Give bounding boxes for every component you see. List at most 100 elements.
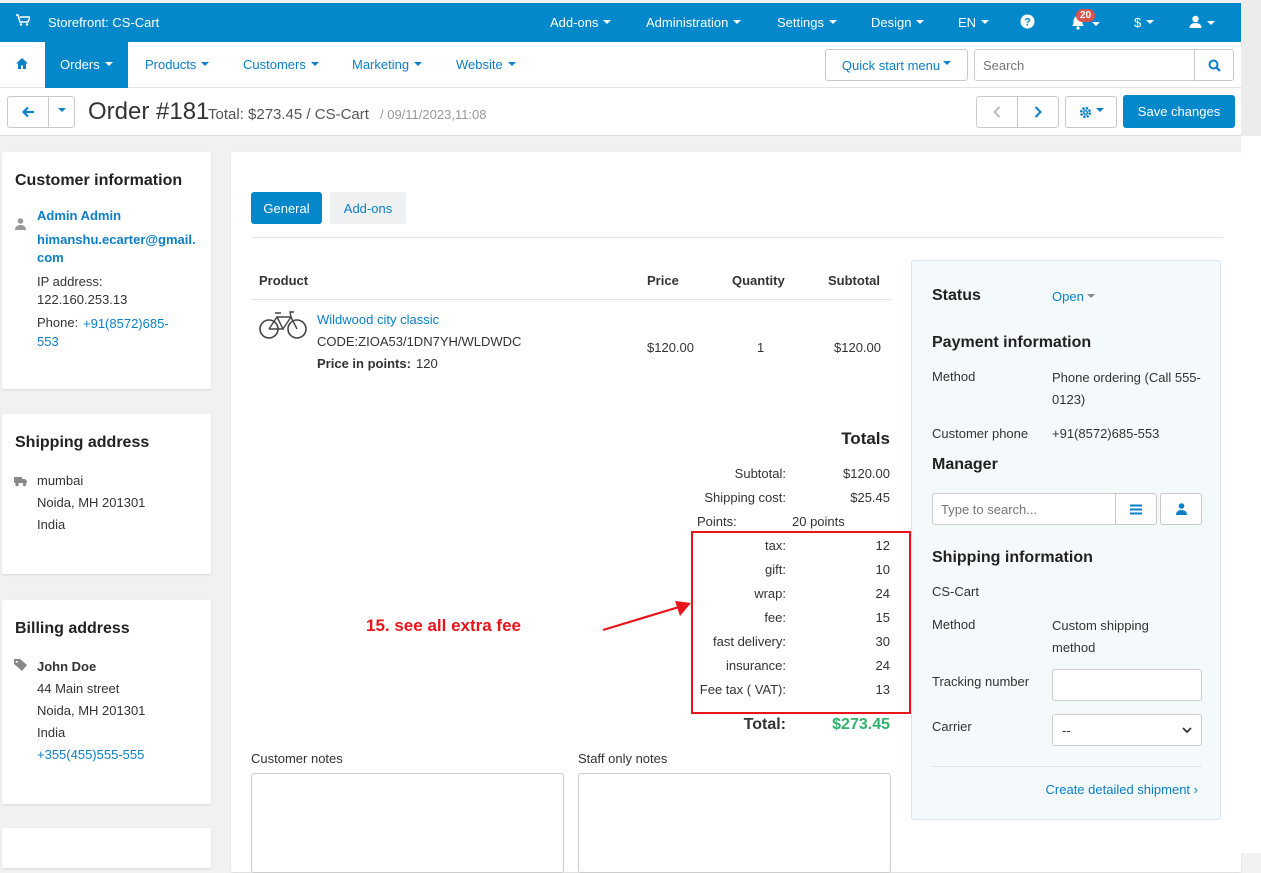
staff-notes-textarea[interactable] <box>578 773 891 873</box>
table-header-divider <box>251 299 891 300</box>
home-icon[interactable] <box>15 57 29 73</box>
billing-phone-link[interactable]: +355(455)555-555 <box>37 747 144 762</box>
top-bar: Storefront: CS-Cart Add-ons Administrati… <box>0 3 1241 42</box>
nav-marketing[interactable]: Marketing <box>352 42 423 88</box>
notification-count-badge: 20 <box>1076 9 1096 22</box>
page-title: Order #181 <box>88 98 210 125</box>
menu-settings-label: Settings <box>777 15 824 30</box>
menu-addons[interactable]: Add-ons <box>550 15 612 30</box>
svg-text:?: ? <box>1024 17 1031 29</box>
product-name-link[interactable]: Wildwood city classic <box>317 312 439 327</box>
shipping-info-heading: Shipping information <box>932 549 1093 566</box>
nav-marketing-label: Marketing <box>352 57 410 72</box>
tab-addons-label: Add-ons <box>343 200 393 216</box>
customer-notes-textarea[interactable] <box>251 773 564 873</box>
user-menu[interactable] <box>1189 15 1215 31</box>
menu-addons-label: Add-ons <box>550 15 599 30</box>
assign-manager-button[interactable] <box>1160 493 1202 525</box>
nav-orders[interactable]: Orders <box>45 42 128 88</box>
next-order-button[interactable] <box>1017 96 1059 128</box>
shipping-carrier-name: CS-Cart <box>932 584 979 599</box>
quick-start-menu-button[interactable]: Quick start menu <box>825 49 968 81</box>
main-menu-bar: Orders Products Customers Marketing Webs… <box>0 42 1241 88</box>
order-info-sidebar: Status Open Payment information Method P… <box>911 260 1221 820</box>
carrier-selected-value: -- <box>1062 722 1071 738</box>
shipping-address-heading: Shipping address <box>15 434 150 451</box>
customer-name-link[interactable]: Admin Admin <box>37 208 121 223</box>
currency-menu[interactable]: $ <box>1134 15 1155 30</box>
customer-email-link[interactable]: himanshu.ecarter@gmail.com <box>37 231 202 267</box>
chevron-left-icon <box>993 106 1001 118</box>
shipping-method-label: Method <box>932 617 976 632</box>
points-label: Points: <box>697 514 737 529</box>
payment-method-label: Method <box>932 369 976 384</box>
shipping-cost-value: $25.45 <box>850 490 890 505</box>
tracking-number-input[interactable] <box>1052 669 1202 701</box>
language-menu[interactable]: EN <box>958 15 990 30</box>
total-value: $273.45 <box>832 716 890 733</box>
extra-fees-highlight-box <box>691 531 911 714</box>
subtotal-value: $120.00 <box>843 466 890 481</box>
annotation-arrow <box>602 601 691 632</box>
menu-settings[interactable]: Settings <box>777 15 837 30</box>
menu-design[interactable]: Design <box>871 15 925 30</box>
nav-products-label: Products <box>145 57 197 72</box>
nav-products[interactable]: Products <box>145 42 210 88</box>
menu-design-label: Design <box>871 15 912 30</box>
storefront-link[interactable]: Storefront: CS-Cart <box>48 15 159 30</box>
cart-icon[interactable] <box>16 14 32 29</box>
manager-search-input[interactable] <box>932 493 1116 525</box>
settings-menu-button[interactable] <box>1065 96 1117 128</box>
previous-order-button[interactable] <box>976 96 1018 128</box>
carrier-select[interactable]: -- <box>1052 714 1202 746</box>
order-total-summary: Total: $273.45 / CS-Cart <box>208 106 369 123</box>
col-subtotal: Subtotal <box>828 273 880 288</box>
staff-notes-label: Staff only notes <box>578 751 668 766</box>
annotation-text: 15. see all extra fee <box>366 616 522 635</box>
customer-phone-link[interactable]: +91(8572)685-553 <box>37 315 187 351</box>
search-button[interactable] <box>1194 49 1234 81</box>
language-label: EN <box>958 15 977 30</box>
save-changes-button[interactable]: Save changes <box>1123 95 1235 128</box>
create-shipment-link[interactable]: Create detailed shipment › <box>1046 782 1198 797</box>
status-dropdown[interactable]: Open <box>1052 289 1095 304</box>
back-dropdown-button[interactable] <box>48 96 75 128</box>
product-quantity: 1 <box>757 340 765 355</box>
billing-address-heading: Billing address <box>15 620 130 637</box>
manager-list-button[interactable] <box>1115 493 1157 525</box>
tab-addons[interactable]: Add-ons <box>330 192 406 224</box>
col-product: Product <box>259 273 309 288</box>
subtotal-label: Subtotal: <box>734 466 786 481</box>
shipping-line2: Noida, MH 201301 <box>37 495 146 510</box>
nav-customers[interactable]: Customers <box>243 42 319 88</box>
chevron-down-icon <box>1182 726 1192 733</box>
status-value: Open <box>1052 289 1084 304</box>
price-in-points-value: 120 <box>416 356 438 371</box>
chevron-right-icon <box>1034 106 1042 118</box>
arrow-left-icon <box>21 106 34 118</box>
shipping-line1: mumbai <box>37 473 84 488</box>
save-changes-label: Save changes <box>1137 104 1221 119</box>
nav-website[interactable]: Website <box>456 42 516 88</box>
tab-general[interactable]: General <box>251 192 322 224</box>
help-icon[interactable]: ? <box>1020 14 1035 32</box>
payment-heading: Payment information <box>932 334 1092 351</box>
customer-information-panel: Customer information Admin Admin himansh… <box>2 152 211 389</box>
shipping-method-value: Custom shipping method <box>1052 618 1149 655</box>
tag-icon <box>14 659 27 674</box>
scroll-gutter-top <box>1241 0 1261 136</box>
ip-label: IP address: <box>37 274 103 289</box>
nav-website-label: Website <box>456 57 503 72</box>
quick-start-label: Quick start menu <box>841 57 941 73</box>
user-icon <box>1189 15 1202 28</box>
price-in-points-label: Price in points: <box>317 356 411 371</box>
billing-address-panel: Billing address John Doe 44 Main street … <box>2 600 211 804</box>
bicycle-thumbnail[interactable] <box>258 307 308 345</box>
customer-notes-label: Customer notes <box>251 751 343 766</box>
menu-administration[interactable]: Administration <box>646 15 742 30</box>
billing-line3: India <box>37 725 66 740</box>
currency-label: $ <box>1134 15 1142 30</box>
search-input[interactable] <box>974 49 1196 81</box>
points-value: 20 points <box>792 514 845 529</box>
back-button[interactable] <box>7 96 49 128</box>
